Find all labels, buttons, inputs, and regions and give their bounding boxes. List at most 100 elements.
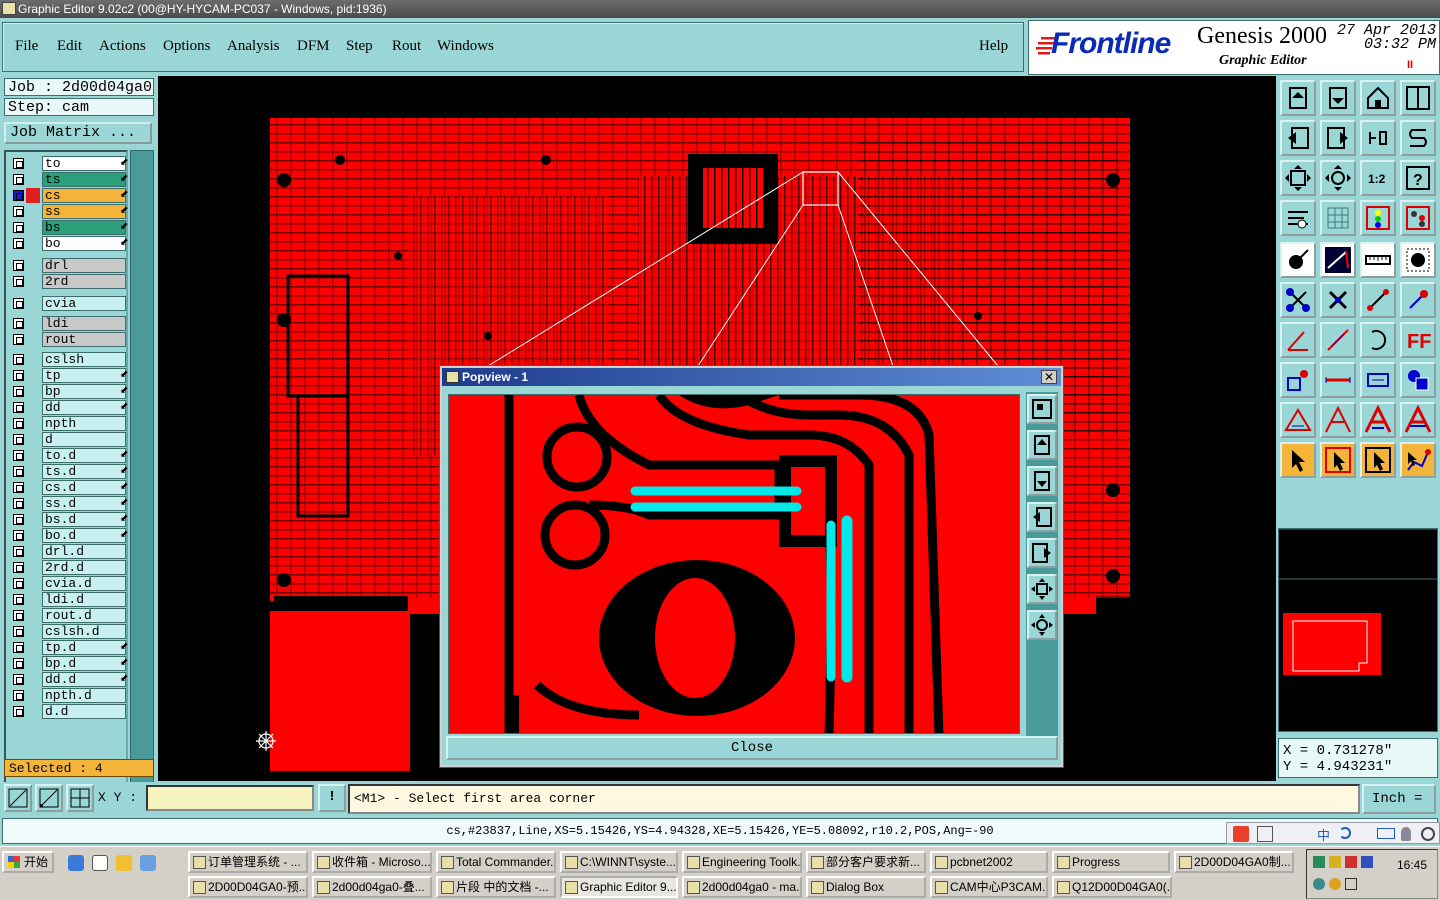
layer-checkbox[interactable] — [13, 450, 24, 461]
menu-rout[interactable]: Rout — [392, 38, 421, 55]
task-pcbnet[interactable]: pcbnet2002 — [930, 851, 1048, 873]
layer-row-cvia-d[interactable]: cvia.d — [10, 576, 128, 591]
layer-row-ldi-d[interactable]: ldi.d — [10, 592, 128, 607]
layer-affected-icon[interactable]: ⬋ — [120, 513, 128, 524]
layer-affected-icon[interactable]: ⬋ — [120, 529, 128, 540]
layer-row-bp[interactable]: bp ⬋ — [10, 384, 128, 399]
layer-row-rout-d[interactable]: rout.d — [10, 608, 128, 623]
layer-row-d-d[interactable]: d.d — [10, 704, 128, 719]
menu-actions[interactable]: Actions — [99, 38, 146, 55]
explorer-icon[interactable] — [92, 855, 108, 871]
layer-checkbox[interactable] — [13, 610, 24, 621]
layer-affected-icon[interactable]: ⬋ — [120, 189, 128, 200]
arc-icon[interactable] — [1360, 322, 1396, 358]
layer-affected-icon[interactable]: ⬋ — [120, 497, 128, 508]
line-draw-icon[interactable] — [1320, 242, 1356, 278]
layer-name[interactable]: drl — [42, 258, 126, 273]
layer-checkbox[interactable] — [13, 498, 24, 509]
layer-name[interactable]: cs — [42, 188, 126, 203]
job-matrix-button[interactable]: Job Matrix ... — [4, 122, 152, 144]
layer-row-bo-d[interactable]: bo.d ⬋ — [10, 528, 128, 543]
layer-row-rout[interactable]: rout — [10, 332, 128, 347]
layer-name[interactable]: ss — [42, 204, 126, 219]
layer-row-cslsh-d[interactable]: cslsh.d — [10, 624, 128, 639]
layer-name[interactable]: bo.d — [42, 528, 126, 543]
layer-row-dd-d[interactable]: dd.d ⬋ — [10, 672, 128, 687]
layer-checkbox[interactable] — [13, 334, 24, 345]
user-icon[interactable] — [1401, 827, 1411, 841]
layer-name[interactable]: drl.d — [42, 544, 126, 559]
layer-checkbox[interactable] — [13, 418, 24, 429]
layer-name[interactable]: cslsh — [42, 352, 126, 367]
layer-affected-icon[interactable]: ⬋ — [120, 641, 128, 652]
layer-checkbox[interactable] — [13, 482, 24, 493]
task-cam-center[interactable]: CAM中心P3CAM... — [930, 876, 1048, 898]
select-box-icon[interactable] — [1320, 442, 1356, 478]
move-line-icon[interactable] — [1360, 282, 1396, 318]
layer-checkbox[interactable] — [13, 466, 24, 477]
popview-zoom-in-icon[interactable] — [1027, 394, 1057, 424]
layer-row-ts-d[interactable]: ts.d ⬋ — [10, 464, 128, 479]
layer-name[interactable]: cvia — [42, 296, 126, 311]
menu-file[interactable]: File — [15, 38, 38, 55]
layer-row-cslsh[interactable]: cslsh — [10, 352, 128, 367]
layer-row-to[interactable]: to ⬋ — [10, 156, 128, 171]
layer-row-ss[interactable]: ss ⬋ — [10, 204, 128, 219]
keyboard-icon[interactable] — [1377, 828, 1395, 839]
measure-icon[interactable] — [1360, 362, 1396, 398]
round-pad-icon[interactable] — [1400, 242, 1436, 278]
menu-dfm[interactable]: DFM — [297, 38, 330, 55]
zoom-fit-icon[interactable] — [1280, 160, 1316, 196]
redraw-icon[interactable] — [1360, 120, 1396, 156]
home-icon[interactable] — [1360, 80, 1396, 116]
text-font-icon[interactable]: FF — [1400, 322, 1436, 358]
scale-1-2-icon[interactable]: 1:2 — [1360, 160, 1396, 196]
angle-line-icon[interactable] — [1280, 322, 1316, 358]
layer-name[interactable]: npth.d — [42, 688, 126, 703]
grid-snap-icon[interactable] — [66, 784, 94, 812]
popview-pan-down-icon[interactable] — [1027, 466, 1057, 496]
help-question-icon[interactable]: ? — [1400, 160, 1436, 196]
layer-name[interactable]: cslsh.d — [42, 624, 126, 639]
layer-checkbox[interactable] — [13, 594, 24, 605]
menu-analysis[interactable]: Analysis — [227, 38, 280, 55]
layer-row-2rd[interactable]: 2rd — [10, 274, 128, 289]
diagonal-line-icon[interactable] — [1320, 322, 1356, 358]
select-net-icon[interactable] — [1400, 442, 1436, 478]
layer-row-cs[interactable]: cs ⬋ — [10, 188, 128, 203]
layer-row-dd[interactable]: dd ⬋ — [10, 400, 128, 415]
layer-name[interactable]: npth — [42, 416, 126, 431]
layer-row-tp-d[interactable]: tp.d ⬋ — [10, 640, 128, 655]
tray-sun-icon[interactable] — [1329, 878, 1341, 890]
ie-icon[interactable] — [68, 855, 84, 871]
layer-checkbox[interactable] — [13, 298, 24, 309]
popview-title-bar[interactable]: Popview - 1 ✕ — [442, 368, 1061, 386]
menu-edit[interactable]: Edit — [57, 38, 82, 55]
layer-checkbox[interactable] — [13, 514, 24, 525]
task-fragment-doc[interactable]: 片段 中的文档 -... — [436, 876, 556, 898]
snap-icon[interactable] — [35, 784, 63, 812]
menu-windows[interactable]: Windows — [437, 38, 494, 55]
s-curve-icon[interactable] — [1400, 120, 1436, 156]
layer-name[interactable]: 2rd — [42, 274, 126, 289]
split-view-icon[interactable] — [1400, 80, 1436, 116]
layer-checkbox[interactable] — [13, 674, 24, 685]
layer-checkbox[interactable] — [13, 658, 24, 669]
popview-canvas[interactable] — [448, 394, 1020, 734]
layer-affected-icon[interactable]: ⬋ — [120, 237, 128, 248]
layer-affected-icon[interactable]: ⬋ — [120, 673, 128, 684]
layer-row-npth-d[interactable]: npth.d — [10, 688, 128, 703]
tray-clock-icon[interactable] — [1313, 878, 1325, 890]
layer-name[interactable]: ts.d — [42, 464, 126, 479]
layer-name[interactable]: bo — [42, 236, 126, 251]
layer-name[interactable]: ss.d — [42, 496, 126, 511]
layer-name[interactable]: to.d — [42, 448, 126, 463]
task-2d00-ma[interactable]: 2d00d04ga0 - ma... — [682, 876, 802, 898]
settings-tools-icon[interactable] — [1280, 200, 1316, 236]
pan-right-icon[interactable] — [1320, 120, 1356, 156]
layer-stack-icon[interactable] — [1360, 200, 1396, 236]
layer-name[interactable]: ts — [42, 172, 126, 187]
layer-name[interactable]: bs.d — [42, 512, 126, 527]
layer-name[interactable]: ldi — [42, 316, 126, 331]
layer-name[interactable]: tp.d — [42, 640, 126, 655]
